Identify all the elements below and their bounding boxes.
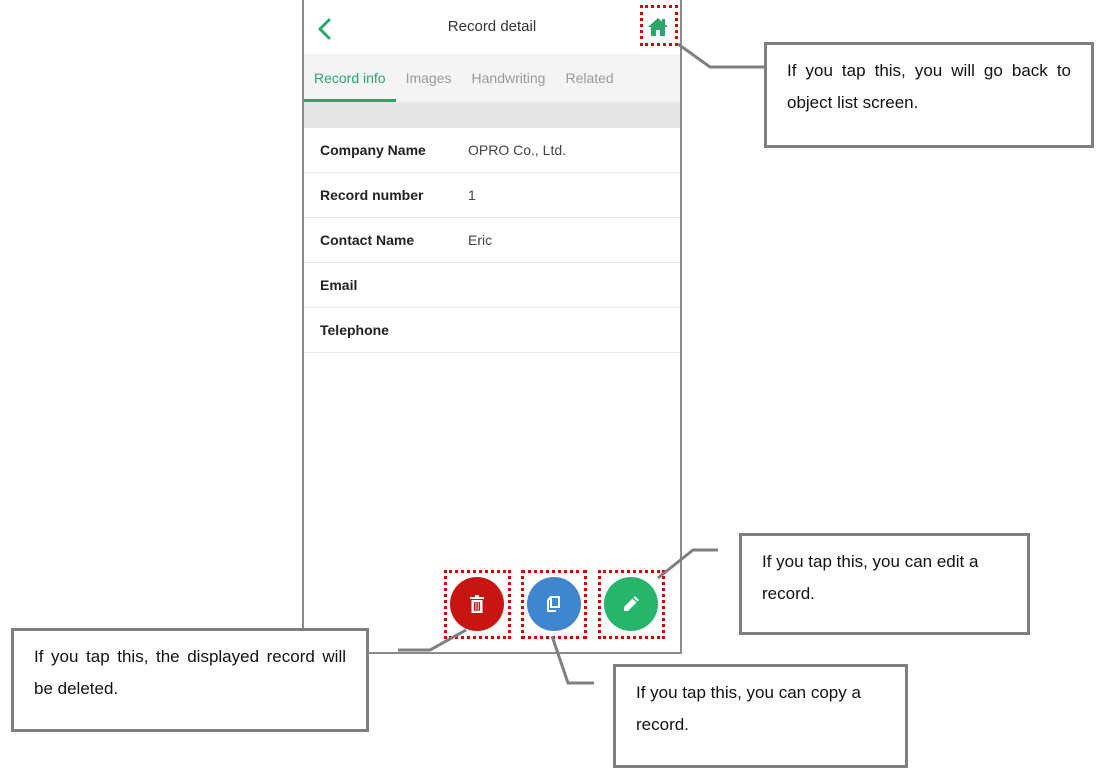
callout-home: If you tap this, you will go back to obj…: [764, 42, 1094, 148]
callout-edit: If you tap this, you can edit a record.: [739, 533, 1030, 635]
callout-copy: If you tap this, you can copy a record.: [613, 664, 908, 768]
callout-delete: If you tap this, the displayed record wi…: [11, 628, 369, 732]
